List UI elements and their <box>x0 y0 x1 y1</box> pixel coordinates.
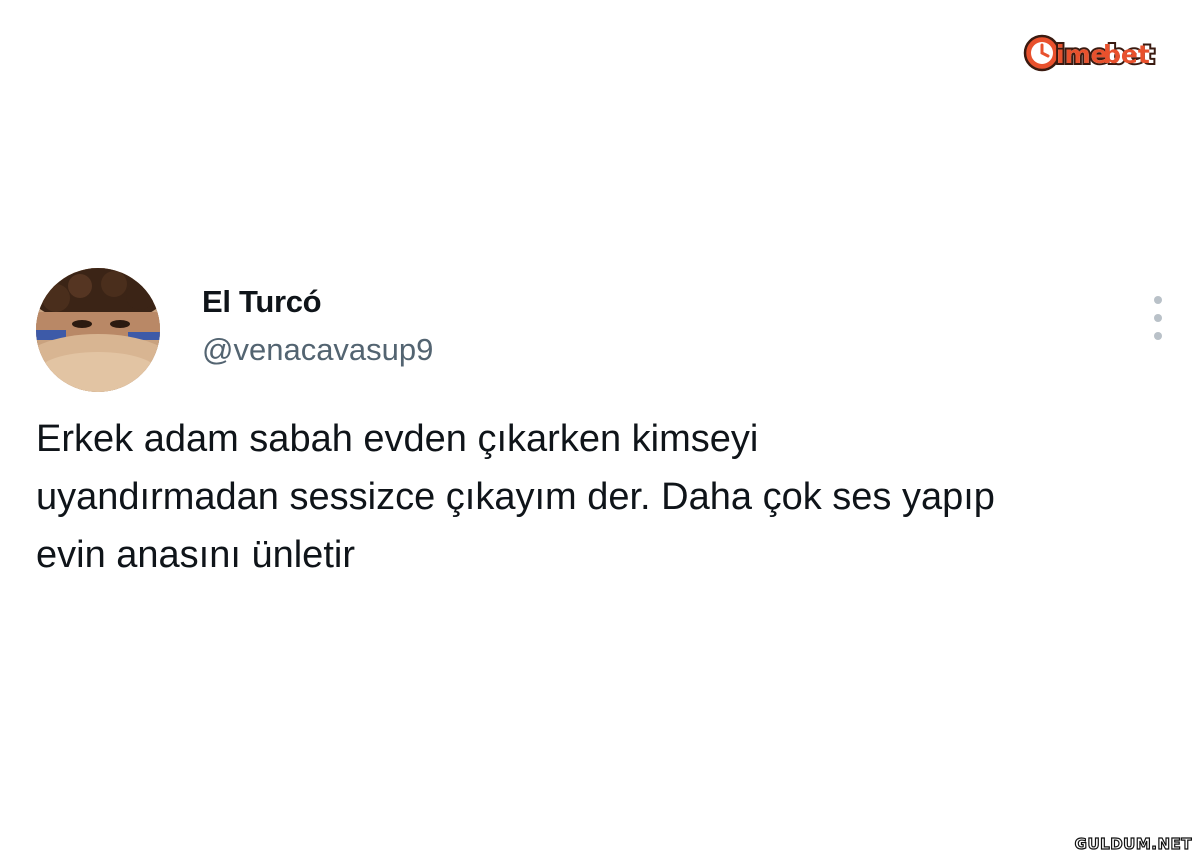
tweet-text-line: uyandırmadan sessizce çıkayım der. Daha … <box>36 476 995 518</box>
vertical-ellipsis-icon <box>1154 296 1162 304</box>
tweet-text-line: Erkek adam sabah evden çıkarken kimseyi <box>36 418 759 460</box>
author-handle[interactable]: @venacavasup9 <box>202 332 433 368</box>
site-watermark: GULDUM.NET <box>1074 834 1192 853</box>
author-display-name[interactable]: El Turcó <box>202 284 322 320</box>
vertical-ellipsis-icon <box>1154 332 1162 340</box>
vertical-ellipsis-icon <box>1154 314 1162 322</box>
tweet-text: Erkek adam sabah evden çıkarken kimseyi … <box>36 410 1186 584</box>
tweet-card: El Turcó @venacavasup9 Erkek adam sabah … <box>0 0 1200 855</box>
more-options-button[interactable] <box>1142 296 1174 340</box>
avatar[interactable] <box>36 268 160 392</box>
tweet-text-line: evin anasını ünletir <box>36 534 355 576</box>
